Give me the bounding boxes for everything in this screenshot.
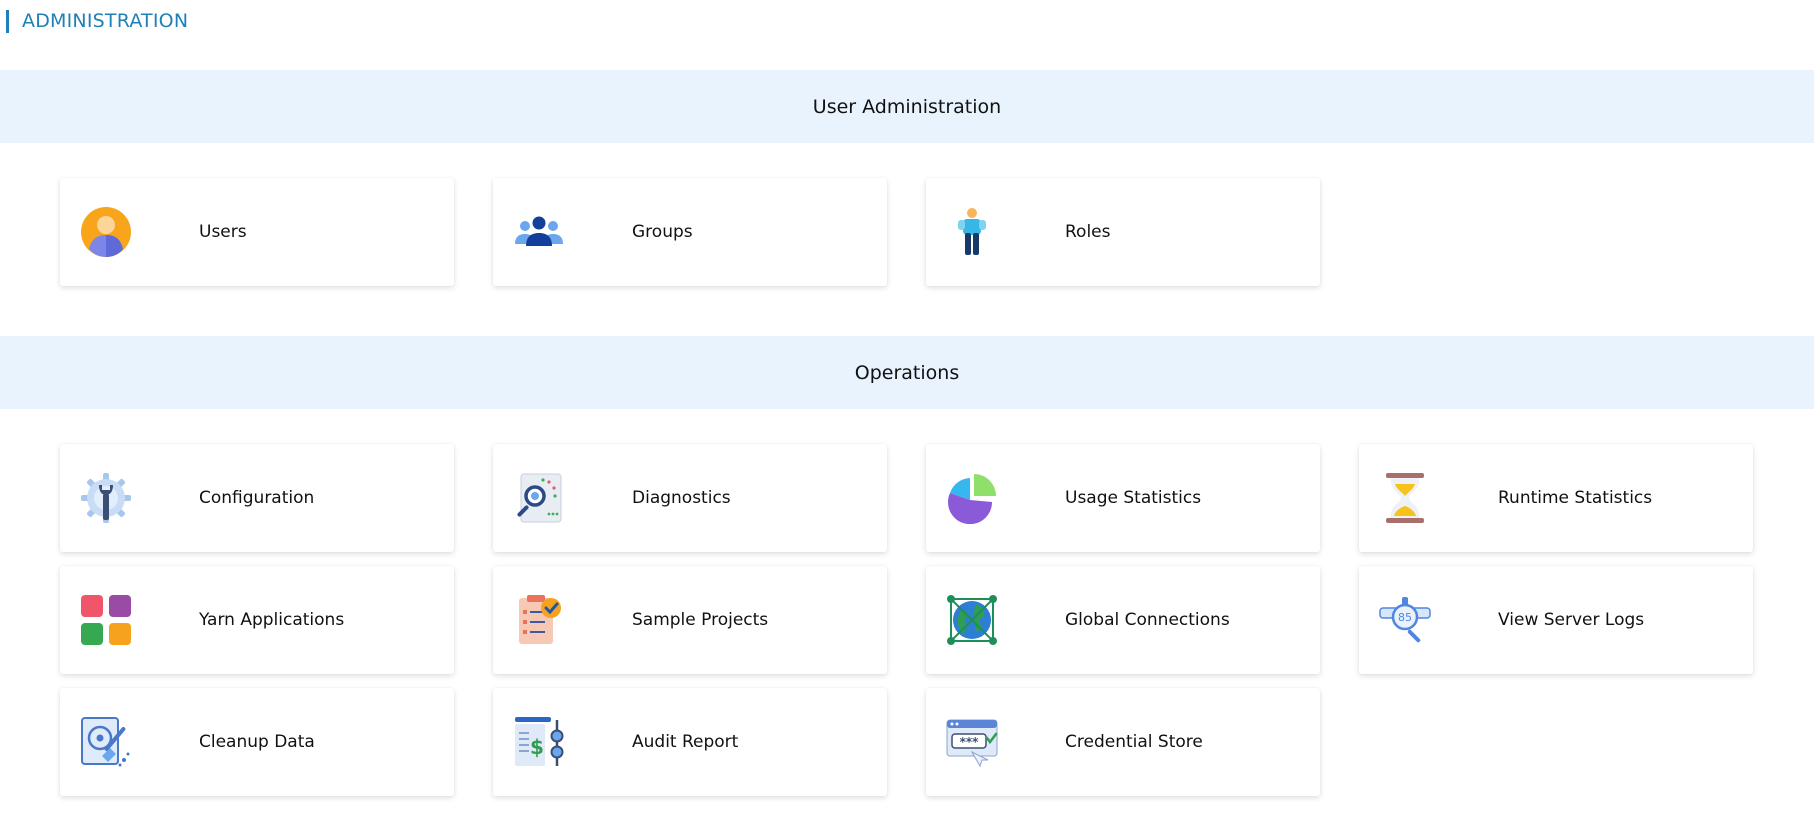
- card-label: Users: [199, 222, 247, 242]
- page-title: ADMINISTRATION: [22, 10, 189, 32]
- audit-report-icon: $: [513, 716, 565, 768]
- card-grid: Configuration Diagnostics Usage Statisti…: [60, 444, 1753, 796]
- card-global-connections[interactable]: Global Connections: [926, 566, 1320, 674]
- card-credential-store[interactable]: *** Credential Store: [926, 688, 1320, 796]
- clipboard-check-icon: [513, 594, 565, 646]
- hourglass-icon: [1379, 472, 1431, 524]
- card-groups[interactable]: Groups: [493, 178, 887, 286]
- card-label: View Server Logs: [1498, 610, 1645, 630]
- card-usage-statistics[interactable]: Usage Statistics: [926, 444, 1320, 552]
- section-title: Operations: [854, 361, 960, 384]
- user-icon: [80, 206, 132, 258]
- card-label: Configuration: [199, 488, 315, 508]
- card-cleanup-data[interactable]: Cleanup Data: [60, 688, 454, 796]
- title-accent-bar: [6, 10, 9, 33]
- card-yarn-applications[interactable]: Yarn Applications: [60, 566, 454, 674]
- svg-text:***: ***: [960, 735, 980, 749]
- card-label: Cleanup Data: [199, 732, 315, 752]
- card-label: Diagnostics: [632, 488, 731, 508]
- card-label: Groups: [632, 222, 693, 242]
- card-label: Yarn Applications: [199, 610, 345, 630]
- card-sample-projects[interactable]: Sample Projects: [493, 566, 887, 674]
- section-header-operations: Operations: [0, 336, 1814, 409]
- card-label: Credential Store: [1065, 732, 1203, 752]
- svg-text:$: $: [530, 735, 544, 759]
- disk-cleanup-icon: [80, 716, 132, 768]
- groups-icon: [513, 206, 565, 258]
- card-grid: Users Groups Roles: [60, 178, 1753, 286]
- section-body-operations: Configuration Diagnostics Usage Statisti…: [6, 409, 1814, 809]
- apps-grid-icon: [80, 594, 132, 646]
- card-users[interactable]: Users: [60, 178, 454, 286]
- section-title: User Administration: [812, 95, 1002, 118]
- card-label: Roles: [1065, 222, 1111, 242]
- section-header-user-administration: User Administration: [0, 70, 1814, 143]
- card-view-server-logs[interactable]: 85 View Server Logs: [1359, 566, 1753, 674]
- pie-chart-icon: [946, 472, 998, 524]
- card-roles[interactable]: Roles: [926, 178, 1320, 286]
- card-label: Global Connections: [1065, 610, 1230, 630]
- globe-network-icon: [946, 594, 998, 646]
- diagnostics-icon: [513, 472, 565, 524]
- card-diagnostics[interactable]: Diagnostics: [493, 444, 887, 552]
- log-search-icon: 85: [1379, 594, 1431, 646]
- credential-icon: ***: [946, 716, 998, 768]
- card-label: Audit Report: [632, 732, 739, 752]
- card-label: Runtime Statistics: [1498, 488, 1653, 508]
- card-label: Sample Projects: [632, 610, 769, 630]
- card-runtime-statistics[interactable]: Runtime Statistics: [1359, 444, 1753, 552]
- card-label: Usage Statistics: [1065, 488, 1202, 508]
- gear-wrench-icon: [80, 472, 132, 524]
- role-icon: [946, 206, 998, 258]
- page-header: ADMINISTRATION: [0, 0, 1814, 70]
- section-body-user-administration: Users Groups Roles: [6, 143, 1814, 336]
- svg-text:85: 85: [1398, 611, 1412, 624]
- card-audit-report[interactable]: $ Audit Report: [493, 688, 887, 796]
- card-configuration[interactable]: Configuration: [60, 444, 454, 552]
